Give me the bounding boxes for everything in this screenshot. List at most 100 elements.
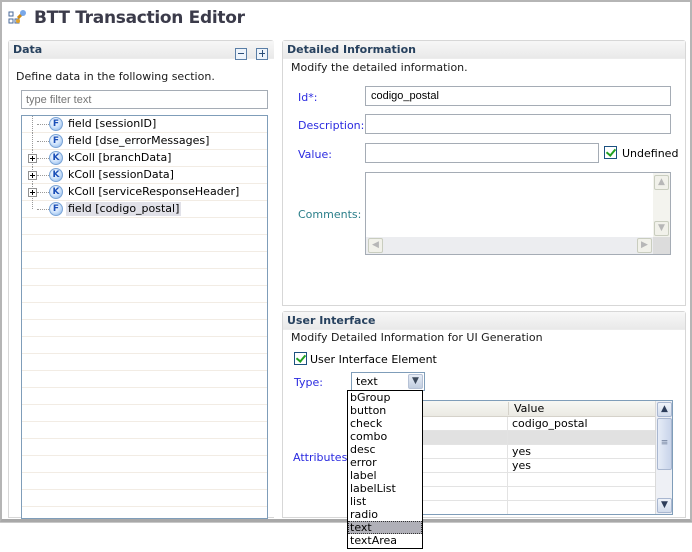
- detail-section: Detailed Information Modify the detailed…: [282, 40, 686, 306]
- field-icon: F: [49, 134, 63, 148]
- tree-empty-row: [22, 218, 267, 235]
- tree-item[interactable]: Ffield [dse_errorMessages]: [22, 132, 267, 150]
- detail-section-title: Detailed Information: [287, 43, 416, 56]
- type-option-text[interactable]: text: [348, 521, 422, 534]
- type-option-desc[interactable]: desc: [348, 443, 422, 456]
- tree-empty-row: [22, 422, 267, 439]
- tree-item[interactable]: Ffield [sessionID]: [22, 116, 267, 133]
- detail-section-description: Modify the detailed information.: [291, 61, 468, 74]
- kcoll-icon: K: [49, 151, 63, 165]
- tree-connector: [37, 141, 49, 142]
- tree-connector: [37, 209, 49, 210]
- tree-item[interactable]: KkColl [serviceResponseHeader]: [22, 183, 267, 201]
- scroll-thumb[interactable]: ≡: [657, 418, 672, 470]
- id-input[interactable]: [365, 86, 671, 106]
- description-input[interactable]: [365, 114, 671, 134]
- comments-horizontal-scrollbar[interactable]: ◀ ▶: [366, 237, 653, 254]
- expand-all-icon[interactable]: [256, 48, 268, 60]
- tree-item[interactable]: KkColl [branchData]: [22, 149, 267, 167]
- editor-title: BTT Transaction Editor: [34, 8, 245, 28]
- type-option-bgroup[interactable]: bGroup: [348, 391, 422, 404]
- expand-icon[interactable]: [28, 154, 37, 163]
- type-option-labellist[interactable]: labelList: [348, 482, 422, 495]
- expand-icon[interactable]: [28, 188, 37, 197]
- type-combo-value: text: [356, 375, 378, 388]
- ui-section-title: User Interface: [287, 314, 376, 327]
- tree-item-label: field [codigo_postal]: [66, 202, 182, 216]
- id-label: Id*:: [298, 91, 318, 104]
- tree-item-label: kColl [branchData]: [68, 151, 172, 164]
- type-option-radio[interactable]: radio: [348, 508, 422, 521]
- tree-connector: [32, 200, 33, 209]
- tree-connector: [37, 175, 49, 176]
- filter-input[interactable]: [21, 90, 268, 109]
- editor-header: BTT Transaction Editor: [8, 8, 245, 28]
- type-option-label[interactable]: label: [348, 469, 422, 482]
- detail-section-header[interactable]: Detailed Information: [283, 41, 685, 59]
- tree-connector: [32, 132, 33, 150]
- chevron-down-icon[interactable]: ▼: [408, 374, 423, 389]
- attribute-value-cell[interactable]: yes: [512, 445, 531, 458]
- undefined-checkbox[interactable]: [604, 146, 617, 159]
- scroll-up-icon[interactable]: ▲: [657, 402, 672, 417]
- ui-section-header[interactable]: User Interface: [283, 312, 685, 330]
- data-section: Data Define data in the following sectio…: [8, 40, 274, 519]
- editor-window: BTT Transaction Editor Data Define data …: [0, 0, 692, 522]
- type-option-button[interactable]: button: [348, 404, 422, 417]
- data-section-title: Data: [13, 43, 43, 56]
- tree-empty-row: [22, 490, 267, 507]
- tree-connector: [37, 158, 49, 159]
- description-label: Description:: [298, 119, 365, 132]
- ui-element-checkbox[interactable]: [294, 352, 307, 365]
- type-option-check[interactable]: check: [348, 417, 422, 430]
- tree-empty-row: [22, 286, 267, 303]
- type-option-textarea[interactable]: textArea: [348, 534, 422, 547]
- scroll-down-icon[interactable]: ▼: [657, 498, 672, 513]
- tree-empty-row: [22, 320, 267, 337]
- value-input[interactable]: [365, 143, 599, 163]
- tree-empty-row: [22, 388, 267, 405]
- tree-item-label: field [dse_errorMessages]: [68, 134, 210, 147]
- comments-textarea[interactable]: ▲ ▼ ◀ ▶: [365, 172, 671, 255]
- tree-empty-row: [22, 456, 267, 473]
- ui-section: User Interface Modify Detailed Informati…: [282, 311, 686, 518]
- tree-item[interactable]: Ffield [codigo_postal]: [22, 200, 267, 218]
- tree-empty-row: [22, 303, 267, 320]
- type-option-combo[interactable]: combo: [348, 430, 422, 443]
- tree-empty-row: [22, 405, 267, 422]
- expand-icon[interactable]: [28, 171, 37, 180]
- transaction-editor-icon: [8, 9, 28, 27]
- tree-item-label: field [sessionID]: [68, 117, 157, 130]
- tree-empty-row: [22, 371, 267, 388]
- field-icon: F: [49, 117, 63, 131]
- comments-vertical-scrollbar[interactable]: ▲ ▼: [653, 173, 670, 237]
- tree-empty-row: [22, 252, 267, 269]
- type-option-list[interactable]: list: [348, 495, 422, 508]
- type-dropdown-list[interactable]: bGroup button check combo desc error label labe…: [347, 390, 423, 549]
- type-combo[interactable]: text ▼: [351, 372, 425, 391]
- scroll-down-icon[interactable]: ▼: [654, 221, 669, 236]
- collapse-all-icon[interactable]: [235, 48, 247, 60]
- tree-item-label: kColl [sessionData]: [68, 168, 174, 181]
- attributes-vertical-scrollbar[interactable]: ▲ ≡ ▼: [655, 401, 672, 514]
- tree-empty-row: [22, 235, 267, 252]
- kcoll-icon: K: [49, 168, 63, 182]
- kcoll-icon: K: [49, 185, 63, 199]
- value-label: Value:: [298, 148, 332, 161]
- tree-empty-row: [22, 337, 267, 354]
- scroll-up-icon[interactable]: ▲: [654, 175, 669, 190]
- scroll-corner: [653, 237, 670, 254]
- tree-connector: [37, 124, 49, 125]
- scroll-left-icon[interactable]: ◀: [368, 238, 383, 253]
- tree-item[interactable]: KkColl [sessionData]: [22, 166, 267, 184]
- type-label: Type:: [294, 376, 323, 389]
- data-tree[interactable]: Ffield [sessionID] Ffield [dse_errorMessa…: [21, 115, 268, 519]
- type-option-error[interactable]: error: [348, 456, 422, 469]
- editor-bottom-strip: [0, 522, 692, 530]
- scroll-right-icon[interactable]: ▶: [637, 238, 652, 253]
- attribute-value-cell[interactable]: codigo_postal: [512, 417, 588, 430]
- ui-element-label: User Interface Element: [310, 353, 437, 366]
- column-header-value[interactable]: Value: [508, 402, 544, 415]
- data-section-description: Define data in the following section.: [16, 70, 215, 83]
- attribute-value-cell[interactable]: yes: [512, 459, 531, 472]
